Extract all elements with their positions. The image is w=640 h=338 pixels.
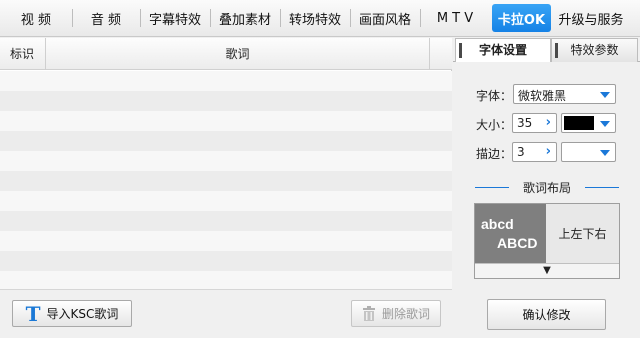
settings-subtabs: 字体设置 特效参数 (453, 38, 640, 62)
table-row[interactable] (0, 111, 452, 131)
trash-icon (362, 306, 375, 321)
column-header-id: 标识 (0, 37, 46, 70)
tab-mtv[interactable]: M T V (420, 0, 490, 37)
layout-preview-line2: ABCD (497, 235, 538, 251)
tab-marker (555, 43, 558, 58)
tab-effect-params-label: 特效参数 (570, 43, 619, 57)
table-row[interactable] (0, 211, 452, 231)
top-tab-bar: 视 频 音 频 字幕特效 叠加素材 转场特效 画面风格 M T V 卡拉OK 升… (0, 0, 640, 37)
tab-overlay[interactable]: 叠加素材 (210, 0, 280, 37)
font-color-picker[interactable] (561, 113, 616, 133)
tab-font-settings-label: 字体设置 (478, 43, 527, 57)
tab-audio[interactable]: 音 频 (72, 0, 140, 37)
lyrics-layout-selector[interactable]: abcd ABCD 上左下右 ▼ (474, 203, 620, 279)
tab-transition[interactable]: 转场特效 (280, 0, 350, 37)
chevron-down-icon (600, 92, 610, 98)
layout-option-stacked[interactable]: abcd ABCD (475, 204, 546, 263)
tab-effect-params[interactable]: 特效参数 (551, 38, 638, 62)
tab-upgrade[interactable]: 升级与服务 (553, 0, 629, 37)
import-ksc-label: 导入KSC歌词 (46, 307, 119, 321)
tab-marker (459, 43, 462, 58)
stroke-color-picker[interactable] (561, 142, 616, 162)
tab-subtitle-effects[interactable]: 字幕特效 (140, 0, 210, 37)
lyrics-panel: 标识 歌词 T 导入KSC歌词 删除歌词 (0, 37, 452, 338)
layout-section-title: 歌词布局 (475, 179, 619, 196)
table-row[interactable] (0, 71, 452, 91)
delete-lyrics-button[interactable]: 删除歌词 (351, 300, 441, 327)
table-row[interactable] (0, 251, 452, 271)
table-row[interactable] (0, 91, 452, 111)
layout-option-left-right[interactable]: 上左下右 (546, 204, 619, 263)
tab-font-settings[interactable]: 字体设置 (455, 38, 551, 62)
font-select-value: 微软雅黑 (518, 89, 567, 103)
lyrics-footer: T 导入KSC歌词 删除歌词 (0, 289, 452, 338)
table-row[interactable] (0, 171, 452, 191)
size-stepper[interactable]: 35 › (512, 113, 557, 133)
stroke-value: 3 (517, 145, 525, 159)
chevron-down-icon (600, 121, 610, 127)
stroke-stepper[interactable]: 3 › (512, 142, 557, 162)
layout-preview-line1: abcd (481, 216, 514, 232)
column-header-lyric: 歌词 (46, 37, 430, 70)
lyrics-list[interactable] (0, 71, 452, 291)
chevron-down-icon (600, 150, 610, 156)
chevron-right-icon[interactable]: › (546, 144, 551, 159)
color-swatch (564, 116, 594, 130)
table-row[interactable] (0, 191, 452, 211)
font-label: 字体： (476, 89, 513, 103)
table-row[interactable] (0, 151, 452, 171)
size-label: 大小： (476, 118, 513, 132)
stroke-label: 描边： (476, 147, 513, 161)
chevron-right-icon[interactable]: › (546, 115, 551, 130)
table-row[interactable] (0, 271, 452, 291)
import-ksc-button[interactable]: T 导入KSC歌词 (12, 300, 132, 327)
delete-lyrics-label: 删除歌词 (381, 307, 430, 321)
size-value: 35 (517, 116, 533, 130)
font-select[interactable]: 微软雅黑 (513, 84, 616, 104)
confirm-label: 确认修改 (522, 308, 571, 322)
table-row[interactable] (0, 131, 452, 151)
layout-expand-arrow[interactable]: ▼ (475, 263, 619, 278)
table-row[interactable] (0, 231, 452, 251)
tab-karaoke[interactable]: 卡拉OK (492, 4, 551, 32)
settings-panel: 字体设置 特效参数 字体： 微软雅黑 大小： 35 › 描边： 3 › 歌词布局… (453, 38, 640, 338)
lyrics-table-header: 标识 歌词 (0, 37, 452, 70)
layout-option-label: 上左下右 (558, 227, 607, 241)
tab-style[interactable]: 画面风格 (350, 0, 420, 37)
text-t-icon: T (25, 301, 41, 326)
tab-video[interactable]: 视 频 (0, 0, 72, 37)
confirm-button[interactable]: 确认修改 (487, 299, 606, 330)
